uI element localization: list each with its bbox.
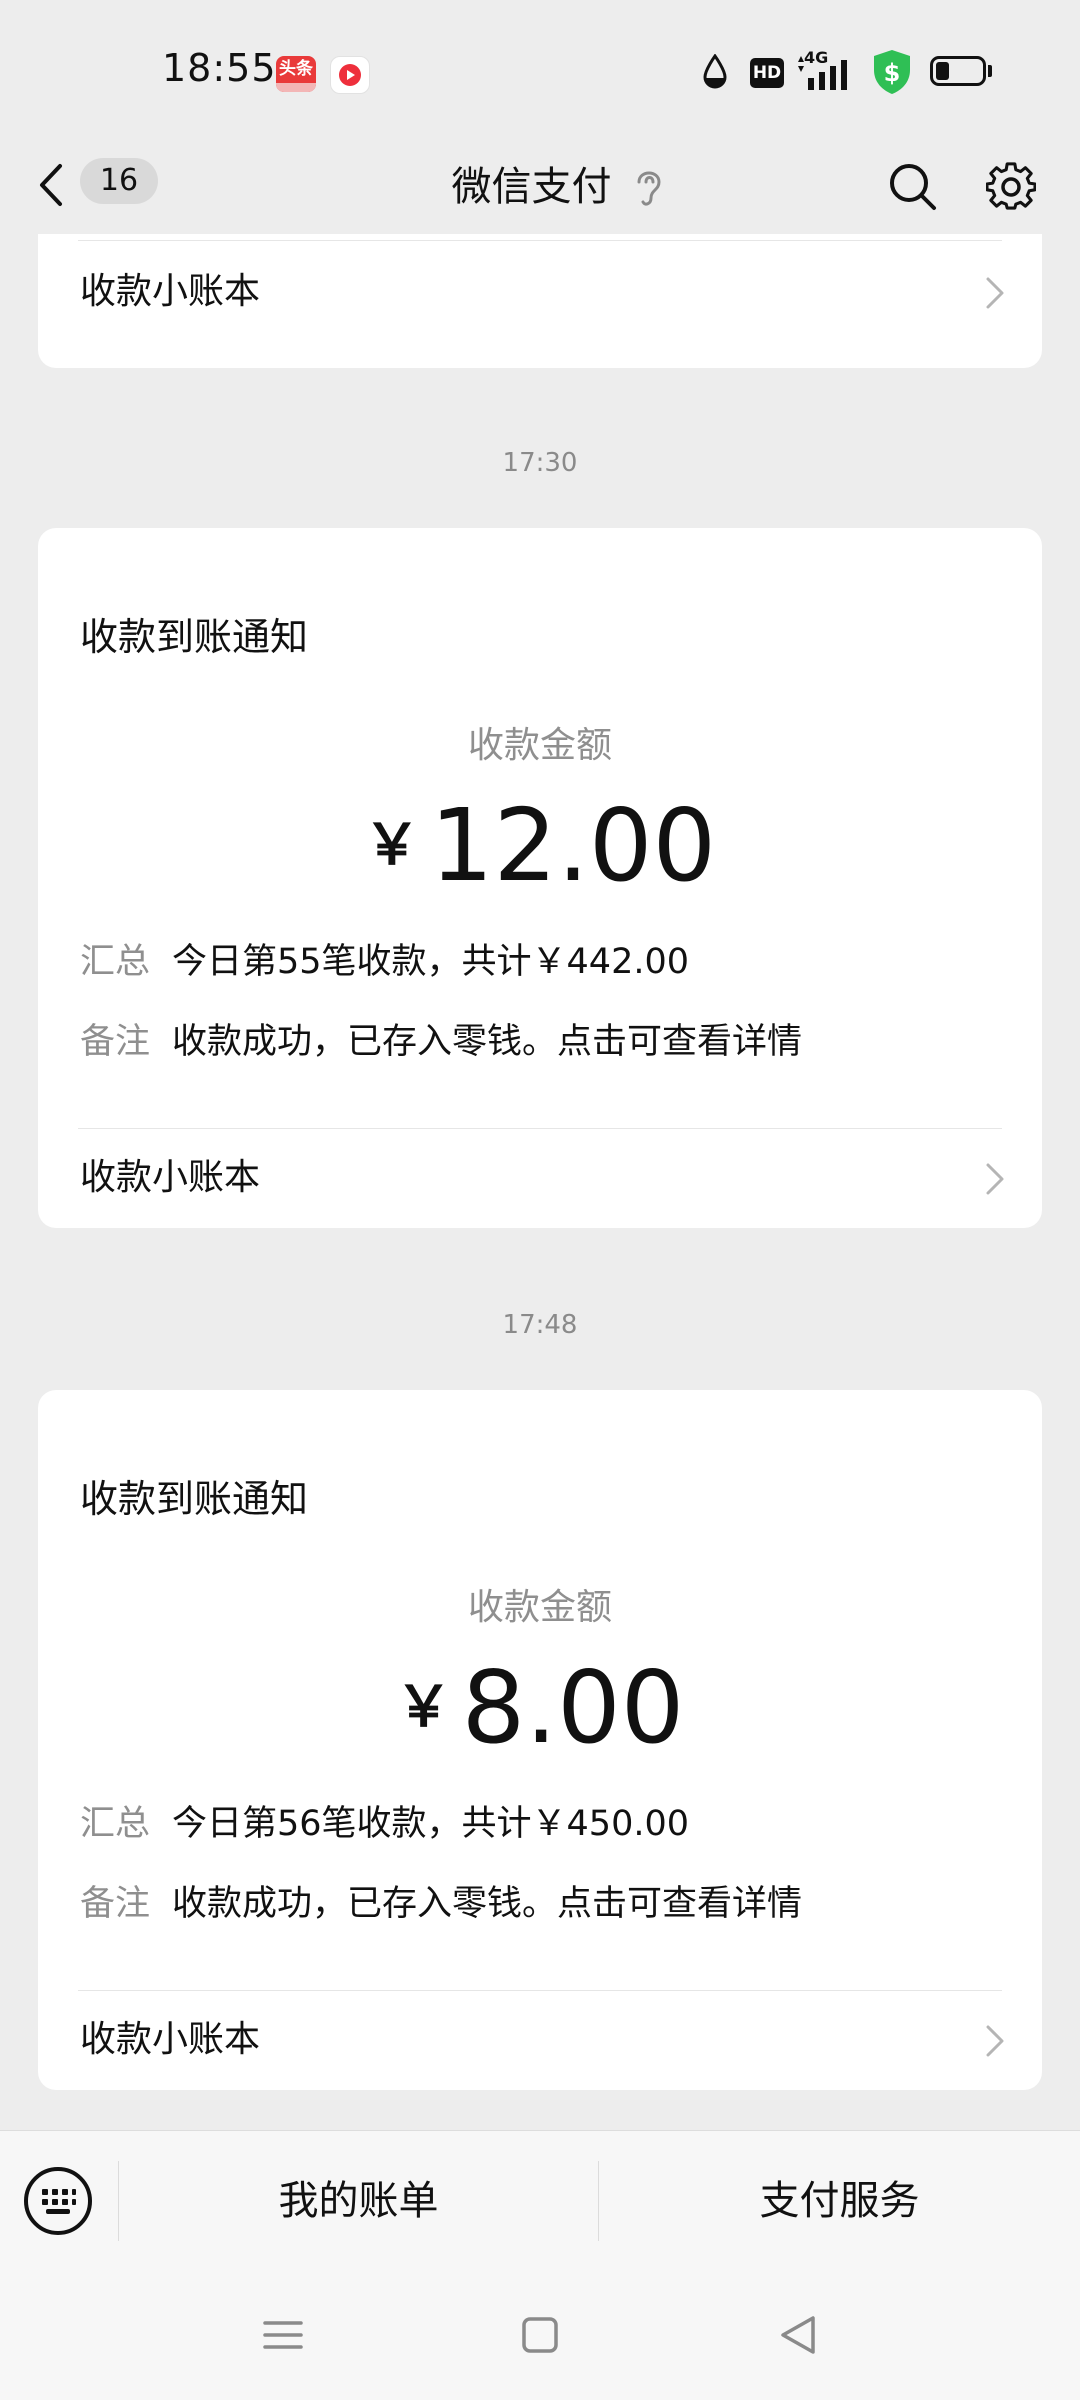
ledger-link[interactable]: 收款小账本	[38, 1990, 1042, 2090]
note-value: 收款成功，已存入零钱。点击可查看详情	[172, 1884, 803, 1924]
top-nav-bar: 16 微信支付	[0, 140, 1080, 234]
amount-display: ￥ 8.00	[38, 1648, 1042, 1768]
payment-services-menu[interactable]: 支付服务	[599, 2131, 1080, 2271]
payment-notice-card[interactable]: 收款到账通知 收款金额 ￥ 12.00 汇总 今日第55笔收款，共计￥442.00 …	[38, 528, 1042, 1228]
note-row: 备注 收款成功，已存入零钱。点击可查看详情	[80, 1874, 1002, 1934]
keyboard-icon[interactable]	[22, 2165, 94, 2237]
note-value: 收款成功，已存入零钱。点击可查看详情	[172, 1022, 803, 1062]
status-time: 18:55	[162, 46, 277, 90]
settings-button[interactable]	[980, 140, 1042, 234]
summary-value: 今日第56笔收款，共计￥450.00	[172, 1804, 690, 1844]
back-triangle-icon[interactable]	[763, 2300, 833, 2370]
security-shield-icon: $	[874, 50, 910, 94]
chevron-right-icon	[986, 1163, 1004, 1195]
water-drop-icon	[703, 54, 727, 89]
amount-label: 收款金额	[467, 725, 612, 766]
card-divider	[78, 240, 1002, 241]
chevron-right-icon	[986, 2025, 1004, 2057]
battery-icon	[930, 56, 994, 88]
bottom-menu-bar: 我的账单 支付服务	[0, 2130, 1080, 2270]
note-row: 备注 收款成功，已存入零钱。点击可查看详情	[80, 1012, 1002, 1072]
battery-fill	[936, 62, 949, 80]
search-icon	[890, 164, 936, 210]
ear-icon[interactable]	[629, 140, 669, 234]
my-bills-menu[interactable]: 我的账单	[119, 2131, 598, 2271]
ledger-link[interactable]: 收款小账本	[38, 1128, 1042, 1228]
amount-value: 8.00	[461, 1649, 685, 1766]
search-button[interactable]	[884, 140, 940, 234]
ledger-label: 收款小账本	[80, 271, 261, 312]
summary-row: 汇总 今日第56笔收款，共计￥450.00	[80, 1794, 1002, 1854]
chevron-right-icon	[986, 277, 1004, 309]
toutiao-badge-text: 头条	[279, 59, 313, 79]
amount-display: ￥ 12.00	[38, 786, 1042, 906]
home-square-icon[interactable]	[505, 2300, 575, 2370]
toutiao-app-icon: 头条	[276, 56, 316, 92]
currency-symbol: ￥	[363, 813, 420, 878]
page-title: 微信支付	[451, 164, 612, 210]
card-title: 收款到账通知	[80, 615, 309, 659]
svg-text:$: $	[884, 59, 901, 87]
amount-label: 收款金额	[467, 1587, 612, 1628]
message-timestamp: 17:48	[502, 1310, 578, 1340]
ledger-link[interactable]: 收款小账本	[38, 242, 1042, 342]
message-list[interactable]: 收款小账本 17:30 收款到账通知 收款金额 ￥ 12.00 汇总 今日第55笔收…	[0, 234, 1080, 2130]
amount-value: 12.00	[429, 787, 717, 904]
ledger-label: 收款小账本	[80, 1157, 261, 1198]
note-key: 备注	[80, 1022, 151, 1062]
card-title: 收款到账通知	[80, 1477, 309, 1521]
hd-icon: HD	[750, 58, 784, 88]
payment-notice-card[interactable]: 收款到账通知 收款金额 ￥ 8.00 汇总 今日第56笔收款，共计￥450.00 备…	[38, 1390, 1042, 2090]
system-nav-bar	[0, 2270, 1080, 2400]
summary-key: 汇总	[80, 942, 151, 982]
video-app-icon	[330, 56, 370, 94]
hd-label: HD	[752, 63, 782, 83]
status-bar: 18:55 头条 HD 4G $	[0, 0, 1080, 140]
message-timestamp: 17:30	[502, 448, 578, 478]
currency-symbol: ￥	[395, 1675, 452, 1740]
note-key: 备注	[80, 1884, 151, 1924]
summary-key: 汇总	[80, 1804, 151, 1844]
summary-row: 汇总 今日第55笔收款，共计￥442.00	[80, 932, 1002, 992]
ledger-label: 收款小账本	[80, 2019, 261, 2060]
summary-value: 今日第55笔收款，共计￥442.00	[172, 942, 690, 982]
signal-4g-icon: 4G	[796, 48, 856, 92]
payment-card-partial[interactable]: 收款小账本	[38, 234, 1042, 368]
menu-lines-icon[interactable]	[248, 2300, 318, 2370]
gear-icon	[986, 162, 1036, 210]
